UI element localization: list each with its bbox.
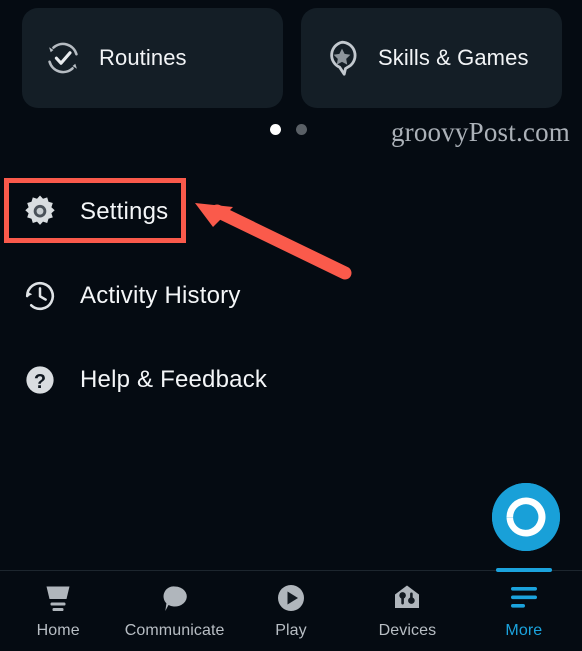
nav-item-devices-label: Devices <box>378 622 437 639</box>
menu-item-activity-history[interactable]: Activity History <box>0 262 582 330</box>
nav-item-communicate[interactable]: Communicate <box>116 571 232 651</box>
carousel-pager[interactable] <box>270 124 307 135</box>
nav-item-home-label: Home <box>36 622 80 639</box>
alexa-assistant-button[interactable] <box>492 483 560 551</box>
nav-item-devices[interactable]: Devices <box>349 571 465 651</box>
shortcut-card-row: Routines Skills & Games <box>22 8 562 108</box>
speech-bubble-icon <box>158 583 192 615</box>
card-routines-label: Routines <box>99 45 187 70</box>
alexa-app-screen: Routines Skills & Games groovyPost.com S… <box>0 0 582 651</box>
clock-history-icon <box>22 278 58 314</box>
menu-item-activity-history-label: Activity History <box>80 282 241 309</box>
home-icon <box>41 583 75 615</box>
nav-item-home[interactable]: Home <box>0 571 116 651</box>
nav-item-play-label: Play <box>275 622 307 639</box>
pager-dot-2[interactable] <box>296 124 307 135</box>
nav-item-more-label: More <box>505 622 543 639</box>
card-routines[interactable]: Routines <box>22 8 283 108</box>
skills-star-pin-icon <box>323 39 361 77</box>
nav-item-communicate-label: Communicate <box>124 622 225 639</box>
menu-item-help-and-feedback[interactable]: ? Help & Feedback <box>0 346 582 414</box>
nav-item-more[interactable]: More <box>466 568 582 651</box>
pager-dot-1[interactable] <box>270 124 281 135</box>
devices-house-icon <box>390 583 424 615</box>
gear-icon <box>22 194 58 230</box>
watermark: groovyPost.com <box>390 117 570 147</box>
more-lines-icon <box>507 583 541 615</box>
play-circle-icon <box>274 583 308 615</box>
nav-item-play[interactable]: Play <box>233 571 349 651</box>
menu-item-settings-label: Settings <box>80 198 169 225</box>
routines-refresh-check-icon <box>44 39 82 77</box>
card-skills-and-games[interactable]: Skills & Games <box>301 8 562 108</box>
menu-item-settings[interactable]: Settings <box>0 178 582 246</box>
more-menu-list: Settings Activity History ? Help & Feedb… <box>0 178 582 414</box>
question-mark-circle-icon: ? <box>22 362 58 398</box>
svg-text:?: ? <box>34 371 46 393</box>
nav-active-indicator <box>495 568 552 572</box>
bottom-navigation-bar: Home Communicate Play Devices More <box>0 568 582 651</box>
menu-item-help-label: Help & Feedback <box>80 366 268 393</box>
card-skills-label: Skills & Games <box>378 45 529 70</box>
